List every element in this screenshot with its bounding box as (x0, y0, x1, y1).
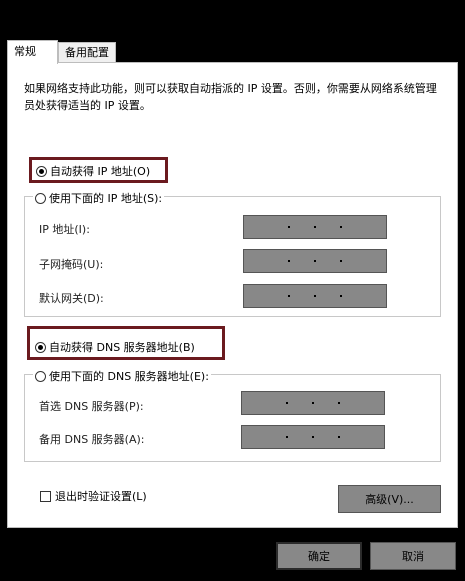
default-gateway-field[interactable] (243, 284, 387, 308)
octet-dot (286, 436, 288, 438)
octet-dot (338, 402, 340, 404)
octet-dot (288, 295, 290, 297)
manual-ip-radio[interactable] (35, 192, 46, 204)
manual-ip-radio-row[interactable]: 使用下面的 IP 地址(S): (33, 190, 165, 206)
cancel-button[interactable]: 取消 (370, 542, 456, 570)
validate-settings-label: 退出时验证设置(L) (55, 490, 147, 503)
octet-dot (314, 295, 316, 297)
manual-dns-label: 使用下面的 DNS 服务器地址(E): (49, 370, 209, 383)
octet-dot (314, 260, 316, 262)
auto-ip-label: 自动获得 IP 地址(O) (50, 165, 151, 178)
auto-dns-radio-row[interactable]: 自动获得 DNS 服务器地址(B) (35, 339, 195, 355)
auto-dns-label: 自动获得 DNS 服务器地址(B) (49, 341, 195, 354)
tab-general[interactable]: 常规 (7, 40, 58, 64)
ok-button[interactable]: 确定 (276, 542, 362, 570)
validate-settings-checkbox[interactable] (40, 490, 51, 502)
subnet-mask-label: 子网掩码(U): (39, 258, 104, 271)
alternate-dns-label: 备用 DNS 服务器(A): (39, 433, 145, 446)
octet-dot (340, 295, 342, 297)
octet-dot (312, 402, 314, 404)
octet-dot (340, 260, 342, 262)
auto-dns-radio[interactable] (35, 341, 46, 353)
octet-dot (338, 436, 340, 438)
manual-dns-radio-row[interactable]: 使用下面的 DNS 服务器地址(E): (33, 368, 211, 384)
manual-dns-radio[interactable] (35, 370, 46, 382)
octet-dot (314, 226, 316, 228)
auto-ip-radio-row[interactable]: 自动获得 IP 地址(O) (36, 163, 150, 179)
octet-dot (286, 402, 288, 404)
validate-settings-row[interactable]: 退出时验证设置(L) (40, 488, 147, 504)
preferred-dns-field[interactable] (241, 391, 385, 415)
octet-dot (340, 226, 342, 228)
octet-dot (288, 226, 290, 228)
advanced-button[interactable]: 高级(V)... (338, 485, 441, 513)
description-text: 如果网络支持此功能，则可以获取自动指派的 IP 设置。否则，你需要从网络系统管理… (24, 82, 437, 112)
default-gateway-label: 默认网关(D): (39, 292, 104, 305)
tab-alternate-configuration[interactable]: 备用配置 (58, 42, 116, 62)
auto-ip-radio[interactable] (36, 165, 47, 177)
manual-ip-label: 使用下面的 IP 地址(S): (49, 192, 163, 205)
octet-dot (288, 260, 290, 262)
subnet-mask-field[interactable] (243, 249, 387, 273)
octet-dot (312, 436, 314, 438)
preferred-dns-label: 首选 DNS 服务器(P): (39, 400, 144, 413)
alternate-dns-field[interactable] (241, 425, 385, 449)
ip-address-label: IP 地址(I): (39, 223, 90, 236)
ip-address-field[interactable] (243, 215, 387, 239)
